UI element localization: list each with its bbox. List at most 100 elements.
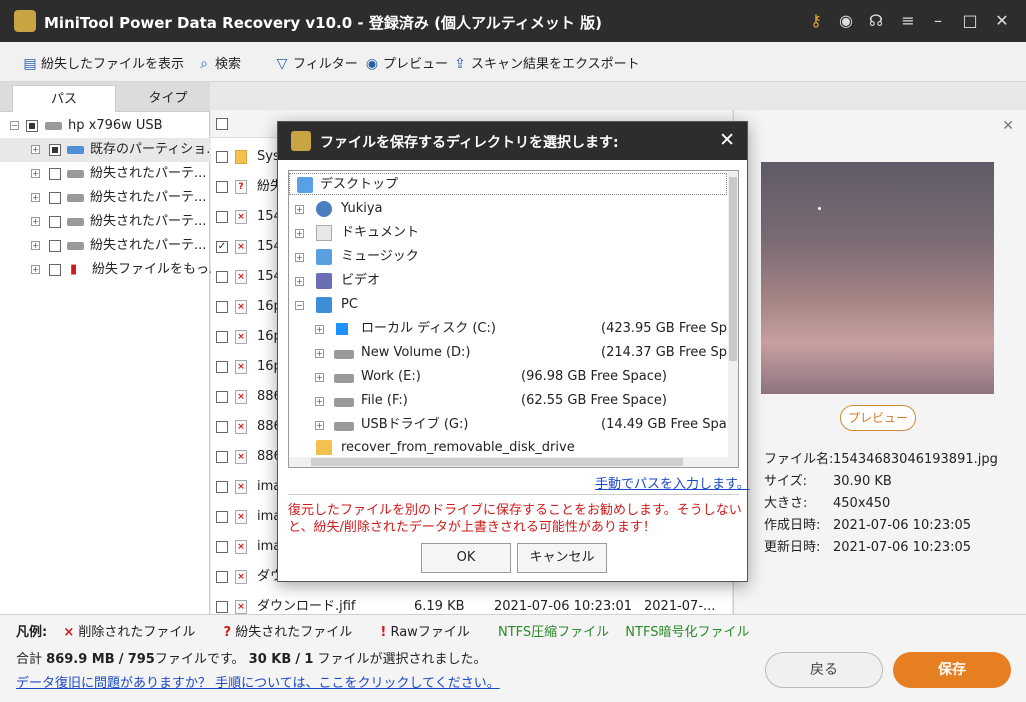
file-checkbox[interactable] [216,271,228,283]
select-all-checkbox[interactable] [216,118,228,130]
collapse-icon[interactable]: − [295,301,304,310]
tree-item-label: 紛失ファイルをもっ... [92,262,222,277]
tree-root-label: hp x796w USB [68,118,163,133]
dir-node-drive-c[interactable]: + ローカル ディスク (C:) (423.95 GB Free Sp [289,318,727,340]
show-lost-button[interactable]: ▤ 紛失したファイルを表示 [22,53,184,72]
lost-mark-icon: ? [223,625,232,640]
vertical-scroll-thumb[interactable] [729,177,737,361]
expand-icon[interactable]: + [295,205,304,214]
headset-icon[interactable]: ☊ [866,11,886,31]
close-icon[interactable]: ✕ [992,11,1012,31]
app-logo-icon [14,10,36,32]
tree-item[interactable]: + 紛失されたパーテ... [0,186,210,210]
dir-node-music[interactable]: + ミュージック [289,246,727,268]
horizontal-scroll-thumb[interactable] [311,458,683,466]
tree-checkbox[interactable] [26,120,38,132]
tree-root[interactable]: − hp x796w USB [0,114,210,138]
dir-node-documents[interactable]: + ドキュメント [289,222,727,244]
file-checkbox[interactable] [216,541,228,553]
expand-icon[interactable]: + [315,325,324,334]
filter-button[interactable]: ▽ フィルター [274,53,358,72]
menu-icon[interactable]: ≡ [898,11,918,31]
preview-button[interactable]: プレビュー [840,405,916,431]
deleted-file-icon: × [235,330,247,344]
file-checkbox[interactable] [216,571,228,583]
tab-type[interactable]: タイプ [116,85,220,112]
dir-node-drive-f[interactable]: + File (F:) (62.55 GB Free Space) [289,390,727,412]
preview-close-icon[interactable]: ✕ [1002,118,1014,134]
tree-checkbox[interactable] [49,264,61,276]
expand-icon[interactable]: + [315,397,324,406]
expand-icon[interactable]: + [295,253,304,262]
file-checkbox[interactable] [216,301,228,313]
toolbar: ▤ 紛失したファイルを表示 ⌕ 検索 ▽ フィルター ◉ プレビュー ⇪ スキャン結果をエ… [0,42,1026,82]
disc-icon[interactable]: ◉ [836,11,856,31]
help-link[interactable]: データ復旧に問題がありますか？ 手順については、ここをクリックしてください。 [16,672,500,691]
tree-checkbox[interactable] [49,168,61,180]
dir-node-video[interactable]: + ビデオ [289,270,727,292]
dir-node-desktop[interactable]: デスクトップ [289,173,727,195]
tree-checkbox[interactable] [49,216,61,228]
dialog-title-bar: ファイルを保存するディレクトリを選択します: ✕ [278,122,747,160]
directory-tree[interactable]: デスクトップ + Yukiya + ドキュメント + ミュージック + ビデオ … [288,170,739,468]
file-checkbox[interactable] [216,181,228,193]
file-checkbox[interactable] [216,481,228,493]
file-checkbox[interactable] [216,391,228,403]
manual-path-link[interactable]: 手動でパスを入力します。 [595,473,750,492]
dir-node-pc[interactable]: − PC [289,294,727,316]
file-checkbox[interactable] [216,361,228,373]
tab-path[interactable]: パス [12,85,116,112]
tree-item[interactable]: + 紛失されたパーテ... [0,162,210,186]
tree-checkbox[interactable] [49,240,61,252]
collapse-icon[interactable]: − [10,121,19,130]
expand-icon[interactable]: + [315,349,324,358]
tree-checkbox[interactable] [49,192,61,204]
file-checkbox[interactable] [216,331,228,343]
tree-item[interactable]: + 既存のパーティショ... [0,138,219,162]
file-checkbox[interactable] [216,451,228,463]
video-folder-icon [316,273,332,289]
file-checkbox[interactable] [216,421,228,433]
dir-node-drive-g[interactable]: + USBドライブ (G:) (14.49 GB Free Spa [289,414,727,436]
deleted-file-icon: × [235,450,247,464]
tree-item[interactable]: + 紛失されたパーテ... [0,210,210,234]
expand-icon[interactable]: + [31,217,40,226]
minimize-icon[interactable]: – [928,11,948,31]
file-checkbox[interactable] [216,211,228,223]
dir-node-yukiya[interactable]: + Yukiya [289,198,727,220]
key-icon[interactable]: ⚷ [806,11,826,31]
cancel-button[interactable]: キャンセル [517,543,607,573]
expand-icon[interactable]: + [315,421,324,430]
file-checkbox[interactable] [216,511,228,523]
deleted-file-icon: × [235,270,247,284]
deleted-file-icon: × [235,510,247,524]
dir-node-drive-d[interactable]: + New Volume (D:) (214.37 GB Free Sp [289,342,727,364]
file-checkbox[interactable] [216,151,228,163]
file-checkbox[interactable]: ✓ [216,241,228,253]
dialog-close-icon[interactable]: ✕ [719,129,735,151]
preview-toolbar-button[interactable]: ◉ プレビュー [364,53,448,72]
expand-icon[interactable]: + [31,265,40,274]
maximize-icon[interactable]: □ [960,11,980,31]
expand-icon[interactable]: + [315,373,324,382]
tree-horizontal-scrollbar[interactable] [289,457,728,467]
file-checkbox[interactable] [216,601,228,613]
tree-checkbox[interactable] [49,144,61,156]
export-button[interactable]: ⇪ スキャン結果をエクスポート [452,53,640,72]
dir-node-drive-e[interactable]: + Work (E:) (96.98 GB Free Space) [289,366,727,388]
save-button[interactable]: 保存 [893,652,1011,688]
back-button[interactable]: 戻る [765,652,883,688]
tree-item[interactable]: + 紛失されたパーテ... [0,234,210,258]
tree-item[interactable]: + ▮ 紛失ファイルをもっ... [0,258,221,282]
expand-icon[interactable]: + [31,241,40,250]
expand-icon[interactable]: + [31,145,40,154]
expand-icon[interactable]: + [31,193,40,202]
expand-icon[interactable]: + [295,229,304,238]
expand-icon[interactable]: + [295,277,304,286]
ok-button[interactable]: OK [421,543,511,573]
tree-vertical-scrollbar[interactable] [728,171,738,467]
info-created: 作成日時: 2021-07-06 10:23:05 [764,518,972,533]
search-button[interactable]: ⌕ 検索 [196,53,241,72]
dir-node-recover[interactable]: recover_from_removable_disk_drive [289,437,727,455]
expand-icon[interactable]: + [31,169,40,178]
